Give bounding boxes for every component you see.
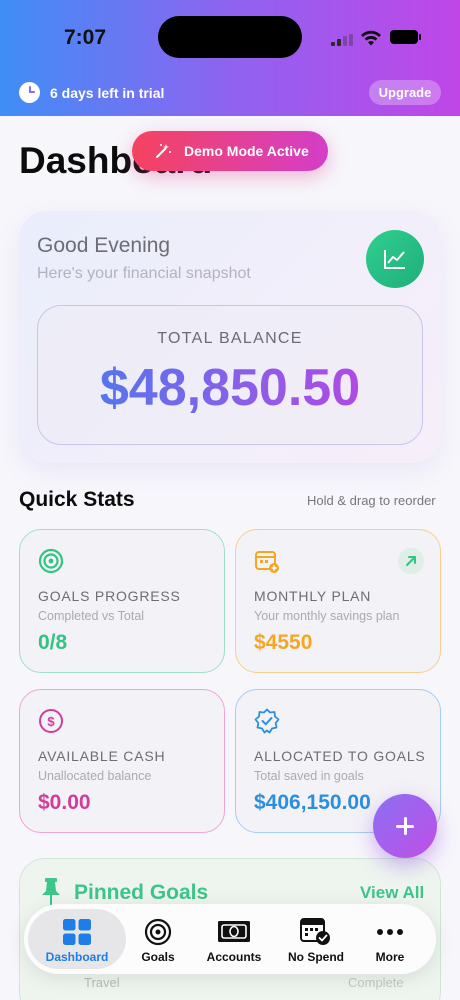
tab-accounts[interactable]: Accounts [196,904,272,974]
tab-more[interactable]: More [360,904,420,974]
tab-dashboard[interactable]: Dashboard [28,904,126,974]
total-balance-box: TOTAL BALANCE $48,850.50 [37,305,423,445]
stat-card-available-cash[interactable]: $ AVAILABLE CASH Unallocated balance $0.… [19,689,225,833]
goal-peek-label: Travel [84,975,120,990]
stat-label: ALLOCATED TO GOALS [254,748,426,764]
tab-label: Goals [141,950,175,964]
calendar-add-icon [255,551,279,573]
tab-label: More [375,950,405,964]
stat-value: $406,150.00 [254,791,371,814]
ellipsis-icon [377,929,403,935]
pin-icon [42,878,60,906]
grid-icon [63,919,91,945]
stat-value: 0/8 [38,631,68,654]
svg-text:$: $ [47,714,55,729]
stat-card-goals-progress[interactable]: GOALS PROGRESS Completed vs Total 0/8 [19,529,225,673]
trend-chart-icon [384,250,405,269]
stat-label: MONTHLY PLAN [254,588,372,604]
pinned-goals-title: Pinned Goals [74,881,209,904]
view-all-link[interactable]: View All [360,883,424,903]
stat-value: $0.00 [38,791,91,814]
trial-banner: 6 days left in trial Upgrade [0,78,460,108]
total-balance-label: TOTAL BALANCE [157,330,303,347]
greeting-subtitle: Here's your financial snapshot [37,265,251,282]
status-bar: 7:07 [0,0,460,72]
wifi-icon [361,30,381,46]
demo-mode-label: Demo Mode Active [184,143,309,159]
stat-subtitle: Your monthly savings plan [254,609,400,623]
stat-label: AVAILABLE CASH [38,748,166,764]
expand-button[interactable] [398,548,424,574]
tab-bar: Dashboard Goals Accounts No Spend More [24,904,436,974]
upgrade-button[interactable]: Upgrade [369,80,441,105]
arrow-up-right-icon [406,556,416,566]
goal-peek-status: Complete [348,975,404,990]
trial-text: 6 days left in trial [50,85,165,101]
tab-label: Dashboard [45,950,109,964]
clock-icon [19,82,40,103]
stat-subtitle: Total saved in goals [254,769,364,783]
battery-icon [390,30,421,44]
target-icon [144,918,172,946]
demo-mode-badge[interactable]: Demo Mode Active [132,131,328,171]
status-time: 7:07 [64,26,107,49]
tab-label: No Spend [288,950,344,964]
stat-subtitle: Completed vs Total [38,609,145,623]
tab-goals[interactable]: Goals [126,904,190,974]
add-button[interactable] [373,794,437,858]
analytics-button[interactable] [366,230,424,288]
balance-hero-card: Good Evening Here's your financial snaps… [19,211,441,463]
tab-label: Accounts [206,950,262,964]
calendar-check-icon [300,918,330,945]
stat-value: $4550 [254,631,313,654]
dynamic-island [158,16,302,58]
total-balance-value: $48,850.50 [38,358,422,418]
greeting-text: Good Evening [37,234,171,257]
verified-badge-icon [254,708,280,734]
magic-wand-icon [156,144,171,158]
banknote-icon [218,921,250,942]
stat-label: GOALS PROGRESS [38,588,181,604]
quick-stats-title: Quick Stats [19,488,135,511]
reorder-hint: Hold & drag to reorder [307,493,436,508]
stat-subtitle: Unallocated balance [38,769,152,783]
stat-card-monthly-plan[interactable]: MONTHLY PLAN Your monthly savings plan $… [235,529,441,673]
tab-no-spend[interactable]: No Spend [276,904,356,974]
dollar-circle-icon: $ [39,709,63,733]
cellular-signal-icon [331,34,353,46]
target-icon [38,548,64,574]
